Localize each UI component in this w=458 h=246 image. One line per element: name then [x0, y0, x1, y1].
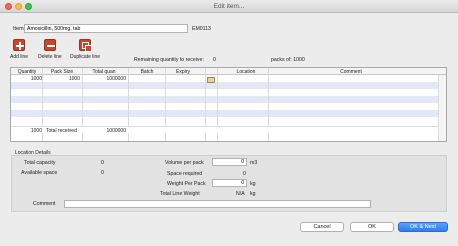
weight-unit: kg: [250, 181, 256, 187]
ok-button[interactable]: OK: [350, 222, 394, 232]
remaining-value: 0: [213, 57, 216, 63]
table-row[interactable]: [11, 96, 439, 103]
ok-and-next-button[interactable]: OK & Next: [398, 222, 448, 232]
table-row[interactable]: [11, 103, 439, 110]
calendar-icon[interactable]: [207, 77, 215, 83]
table-scrollbar[interactable]: [438, 75, 446, 141]
total-received-value: 1000000: [106, 127, 126, 134]
add-line-button[interactable]: Add line: [10, 39, 28, 60]
total-capacity-value: 0: [101, 160, 104, 166]
space-required-label: Space required: [167, 171, 203, 177]
total-received-label: Total received: [46, 127, 77, 134]
comment-field[interactable]: [64, 200, 371, 208]
minus-icon: [43, 39, 56, 51]
table-row[interactable]: [11, 110, 439, 117]
space-required-value: 0: [243, 171, 246, 177]
total-line-weight-value: N/A: [236, 191, 245, 197]
total-line-weight-unit: kg: [250, 191, 256, 197]
cancel-button[interactable]: Cancel: [300, 222, 344, 232]
title-bar: Edit item...: [0, 0, 458, 13]
table-row[interactable]: [11, 89, 439, 96]
duplicate-line-button[interactable]: Duplicate line: [70, 39, 100, 60]
total-line-weight-label: Total Line Weight: [160, 191, 200, 197]
item-code: EM0113: [192, 26, 211, 32]
totals-row: 1000 Total received 1000000: [11, 126, 439, 134]
table-row[interactable]: [11, 117, 439, 124]
packs-of-label: packs of: 1000: [271, 57, 305, 63]
weight-per-pack-input[interactable]: [212, 179, 247, 187]
table-row[interactable]: 1000 1000 1000000: [11, 75, 439, 82]
comment-label: Comment: [33, 201, 56, 207]
volume-unit: m3: [250, 160, 258, 166]
item-label: Item: [13, 26, 24, 32]
cell-total-quantity: 1000000: [106, 75, 126, 82]
item-field[interactable]: [24, 24, 188, 33]
remaining-label: Remaining quantity to receive:: [134, 57, 204, 63]
volume-per-pack-label: Volume per pack: [165, 160, 204, 166]
cell-quantity[interactable]: 1000: [11, 76, 42, 82]
add-line-label: Add line: [10, 54, 29, 60]
duplicate-icon: [79, 39, 93, 52]
delete-line-label: Delete line: [38, 54, 62, 60]
duplicate-line-label: Duplicate line: [70, 54, 101, 60]
total-quantity-value: 1000: [30, 127, 42, 134]
volume-per-pack-input[interactable]: [212, 158, 247, 166]
lines-table[interactable]: Quantity Pack Size Total quan Batch Expi…: [10, 67, 447, 142]
weight-per-pack-label: Weight Per Pack: [167, 181, 206, 187]
add-icon: [13, 39, 26, 51]
total-capacity-label: Total capacity: [24, 160, 56, 166]
available-space-label: Available space: [21, 170, 58, 176]
table-row[interactable]: [11, 82, 439, 89]
delete-line-button[interactable]: Delete line: [38, 39, 62, 60]
cell-pack-size[interactable]: 1000: [47, 76, 80, 82]
table-header: Quantity Pack Size Total quan Batch Expi…: [11, 68, 446, 75]
window-title: Edit item...: [213, 3, 245, 10]
available-space-value: 0: [101, 170, 104, 176]
